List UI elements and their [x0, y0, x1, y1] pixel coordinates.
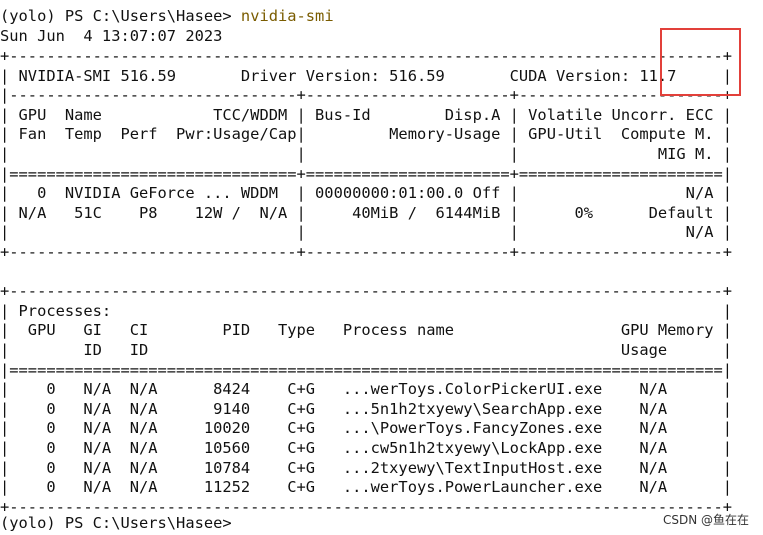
- smi-output-line: | 0 N/A N/A 10560 C+G ...cw5n1h2txyewy\L…: [0, 439, 733, 457]
- smi-output-line: | | | N/A |: [0, 223, 733, 242]
- smi-output-line: | GPU GI CI PID Type Process name GPU Me…: [0, 321, 733, 340]
- smi-output-line: +---------------------------------------…: [0, 282, 733, 301]
- smi-output-line: | 0 N/A N/A 10784 C+G ...2txyewy\TextInp…: [0, 458, 733, 477]
- cuda-version-highlight-box: [660, 28, 741, 96]
- timestamp-line: Sun Jun 4 13:07:07 2023: [0, 27, 223, 45]
- smi-output-line: | | | MIG M. |: [0, 145, 733, 163]
- watermark-text: CSDN @鱼在在: [662, 513, 749, 527]
- smi-output-line: | 0 N/A N/A 10020 C+G ...\PowerToys.Fanc…: [0, 419, 733, 438]
- smi-output-line: | Processes: |: [0, 301, 733, 320]
- smi-output-line: | Fan Temp Perf Pwr:Usage/Cap| Memory-Us…: [0, 125, 733, 144]
- smi-output-line: |=======================================…: [0, 360, 733, 379]
- smi-output-line: +-------------------------------+-------…: [0, 243, 733, 261]
- smi-output-line: | 0 N/A N/A 8424 C+G ...werToys.ColorPic…: [0, 380, 733, 399]
- smi-output-line: | 0 N/A N/A 11252 C+G ...werToys.PowerLa…: [0, 478, 733, 497]
- prompt-text: (yolo) PS C:\Users\Hasee>: [0, 7, 241, 25]
- smi-output-line: |===============================+=======…: [0, 164, 733, 183]
- smi-output-line: |-------------------------------+-------…: [0, 86, 733, 105]
- smi-output-line: +---------------------------------------…: [0, 47, 733, 65]
- smi-output-line: | N/A 51C P8 12W / N/A | 40MiB / 6144MiB…: [0, 203, 733, 222]
- command-text: nvidia-smi: [240, 7, 334, 25]
- prompt-line: (yolo) PS C:\Users\Hasee> nvidia-smi: [0, 7, 334, 27]
- smi-output-line: | 0 NVIDIA GeForce ... WDDM | 00000000:0…: [0, 184, 733, 203]
- smi-output-line: | NVIDIA-SMI 516.59 Driver Version: 516.…: [0, 66, 733, 85]
- smi-output-line: | ID ID Usage |: [0, 341, 733, 359]
- prompt-line-end: (yolo) PS C:\Users\Hasee>: [0, 514, 241, 532]
- smi-output-line: | GPU Name TCC/WDDM | Bus-Id Disp.A | Vo…: [0, 105, 733, 124]
- smi-output-line: | 0 N/A N/A 9140 C+G ...5n1h2txyewy\Sear…: [0, 399, 733, 418]
